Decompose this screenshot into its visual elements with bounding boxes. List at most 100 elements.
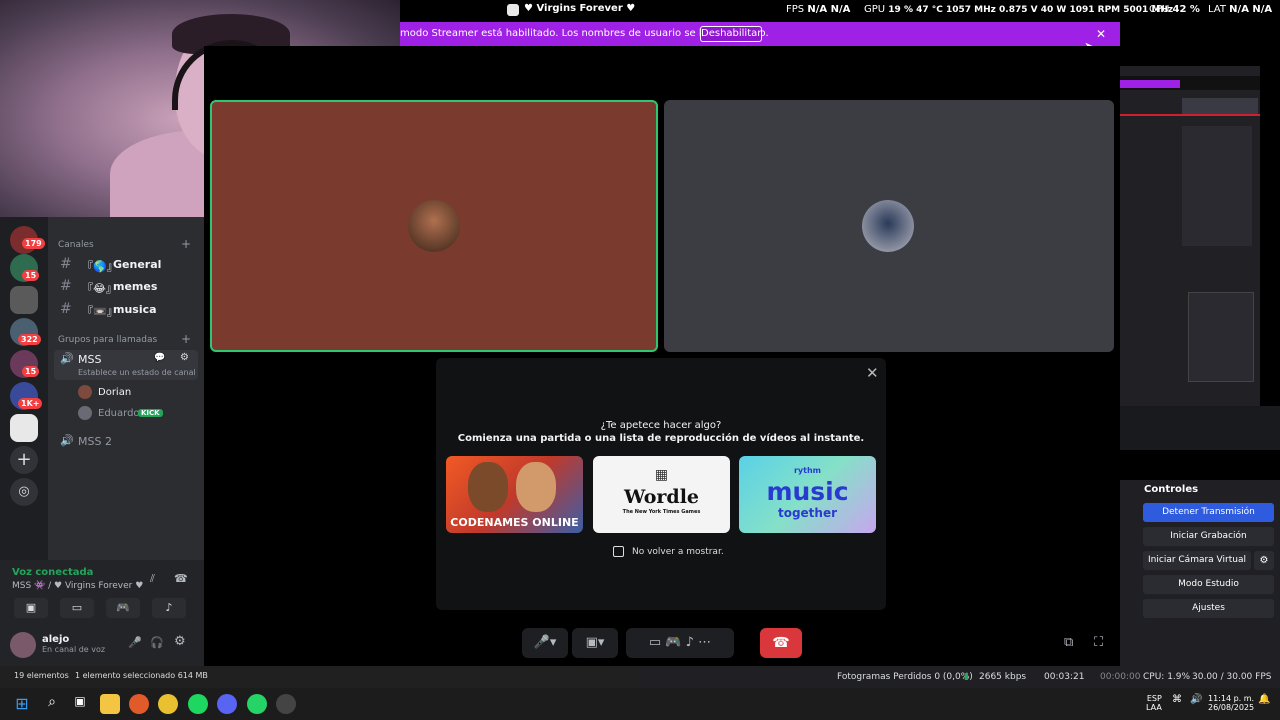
voice-user-dorian[interactable]: Dorian <box>98 387 131 398</box>
soundboard-button[interactable]: ♪ <box>152 598 186 618</box>
activity-wordle[interactable]: ▦ Wordle The New York Times Games <box>593 456 730 533</box>
channel-memes[interactable]: memes <box>113 280 157 293</box>
stop-streaming-button[interactable]: Detener Transmisión <box>1143 503 1274 522</box>
signal-icon: ▮ <box>964 672 969 682</box>
dont-show-checkbox[interactable] <box>613 546 624 557</box>
microphone-button[interactable]: 🎤▾ <box>522 628 568 658</box>
obs-controls-title: Controles <box>1144 484 1199 495</box>
modal-title: ¿Te apetece hacer algo? <box>600 420 722 431</box>
dont-show-label[interactable]: No volver a mostrar. <box>632 547 724 557</box>
start-virtual-camera-button[interactable]: Iniciar Cámara Virtual <box>1143 551 1251 570</box>
brave-browser-icon[interactable] <box>129 694 149 714</box>
server-title: ♥ Virgins Forever ♥ <box>524 3 636 14</box>
discord-icon[interactable] <box>217 694 237 714</box>
modal-subtitle: Comienza una partida o una lista de repr… <box>457 433 865 444</box>
close-icon[interactable]: ✕ <box>866 364 879 382</box>
hang-up-button[interactable]: ☎ <box>760 628 802 658</box>
preview-window <box>1182 126 1252 246</box>
gear-icon[interactable]: ⚙ <box>180 352 189 363</box>
obs-preview <box>1120 66 1260 406</box>
category-voice[interactable]: Grupos para llamadas <box>58 335 157 345</box>
character-art <box>468 462 508 512</box>
notification-icon[interactable]: 🔔 <box>1258 694 1270 705</box>
hash-icon: # <box>60 301 72 317</box>
dropped-frames: Fotogramas Perdidos 0 (0,0%) <box>837 672 973 682</box>
add-channel-icon[interactable]: + <box>181 237 191 251</box>
network-icon[interactable]: ⌘ <box>1172 694 1182 705</box>
disconnect-icon[interactable]: ☎ <box>174 572 188 585</box>
chrome-icon[interactable] <box>158 694 178 714</box>
activities-button[interactable]: 🎮 <box>106 598 140 618</box>
speaker-icon: 🔊 <box>60 434 74 447</box>
gear-icon[interactable]: ⚙ <box>174 634 186 649</box>
record-time: 00:00:00 <box>1100 672 1141 682</box>
studio-mode-button[interactable]: Modo Estudio <box>1143 575 1274 594</box>
activity-codenames[interactable]: CODENAMES ONLINE <box>446 456 583 533</box>
voice-location[interactable]: MSS 👾 / ♥ Virgins Forever ♥ <box>12 581 143 591</box>
task-view-icon[interactable]: ▣ <box>70 694 90 714</box>
camera-off-button[interactable]: ▣ <box>14 598 48 618</box>
noise-suppression-icon[interactable]: ⫽ <box>150 572 155 586</box>
settings-button[interactable]: Ajustes <box>1143 599 1274 618</box>
explorer-selection: 1 elemento seleccionado 614 MB <box>75 671 208 680</box>
obs-icon[interactable] <box>276 694 296 714</box>
voice-channel-mss2[interactable]: MSS 2 <box>78 435 112 448</box>
chat-icon[interactable]: 💬 <box>154 353 165 363</box>
user-status: En canal de voz <box>42 645 106 654</box>
channel-general[interactable]: General <box>113 258 161 271</box>
fullscreen-icon[interactable]: ⛶ <box>1094 635 1103 650</box>
avatar[interactable] <box>10 632 36 658</box>
activity-brand: rythm <box>793 466 821 475</box>
character-art <box>516 462 556 512</box>
notification-badge: 15 <box>22 270 40 281</box>
discover-icon[interactable]: ◎ <box>10 478 38 506</box>
file-explorer-icon[interactable] <box>100 694 120 714</box>
preview-window <box>1188 292 1254 382</box>
popout-icon[interactable]: ⧉ <box>1064 635 1073 650</box>
category-channels[interactable]: Canales <box>58 240 94 250</box>
bitrate: 2665 kbps <box>979 672 1027 682</box>
close-icon[interactable]: ✕ <box>1096 27 1106 41</box>
activity-sublabel: together <box>777 506 838 520</box>
channel-prefix: 『😂』 <box>82 282 117 295</box>
username[interactable]: alejo <box>42 634 69 645</box>
microphone-icon[interactable]: 🎤 <box>128 636 142 649</box>
language-indicator[interactable]: ESP LAA <box>1146 694 1162 712</box>
kick-badge: KICK <box>138 409 163 417</box>
disable-streamer-button[interactable]: Deshabilitar <box>700 26 762 42</box>
avatar <box>862 200 914 252</box>
preview-line <box>1120 114 1260 116</box>
server-icon[interactable] <box>10 286 38 314</box>
start-recording-button[interactable]: Iniciar Grabación <box>1143 527 1274 546</box>
volume-icon[interactable]: 🔊 <box>1190 694 1202 705</box>
preview-banner <box>1120 80 1180 88</box>
spotify-icon[interactable] <box>188 694 208 714</box>
voice-user-eduardo[interactable]: Eduardo <box>98 408 140 419</box>
hash-icon: # <box>60 278 72 294</box>
voice-channel-mss[interactable]: MSS <box>78 353 101 366</box>
notification-badge: 15 <box>22 366 40 377</box>
clock[interactable]: 11:14 p. m. 26/08/2025 <box>1208 694 1254 712</box>
lat-stat: LAT N/A N/A <box>1208 4 1273 15</box>
windows-start-icon[interactable]: ⊞ <box>12 694 32 714</box>
whatsapp-icon[interactable] <box>247 694 267 714</box>
activity-label: CODENAMES ONLINE <box>450 516 579 529</box>
server-icon-active[interactable] <box>10 414 38 442</box>
search-icon[interactable]: ⌕ <box>42 694 62 714</box>
headphones-icon[interactable]: 🎧 <box>150 636 164 649</box>
screen-share-button[interactable]: ▭ <box>60 598 94 618</box>
voice-status[interactable]: Voz conectada <box>12 567 93 578</box>
obs-fps: 30.00 / 30.00 FPS <box>1192 672 1272 682</box>
channel-musica[interactable]: musica <box>113 303 157 316</box>
gear-icon[interactable]: ⚙ <box>1254 551 1274 570</box>
speaker-icon: 🔊 <box>60 352 74 365</box>
gpu-stat: GPU 19 % 47 °C 1057 MHz 0.875 V 40 W 109… <box>864 4 1174 15</box>
share-activities-group[interactable]: ▭ 🎮 ♪ ⋯ <box>626 628 734 658</box>
activity-sublabel: The New York Times Games <box>622 509 701 515</box>
add-server-icon[interactable]: + <box>10 446 38 474</box>
activity-rythm[interactable]: rythm music together <box>739 456 876 533</box>
camera-button[interactable]: ▣▾ <box>572 628 618 658</box>
add-channel-icon[interactable]: + <box>181 332 191 346</box>
activity-label: Wordle <box>623 486 700 508</box>
channel-status[interactable]: Establece un estado de canal <box>78 368 196 377</box>
